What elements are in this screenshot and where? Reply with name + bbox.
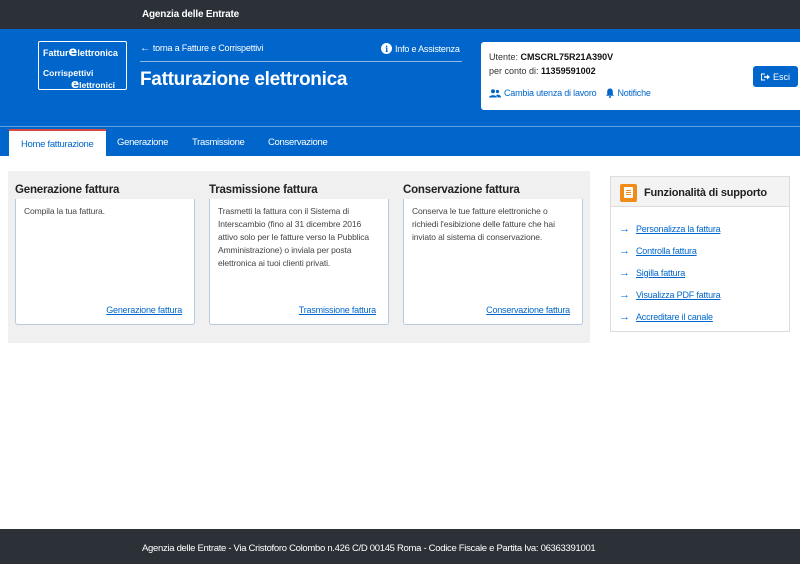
tab-trasmissione[interactable]: Trasmissione [192,137,245,148]
support-item-accreditare[interactable]: → Accreditare il canale [619,306,720,328]
main-nav: Home fatturazione Generazione Trasmissio… [0,126,800,157]
tab-generazione[interactable]: Generazione [117,137,168,148]
fatture-corrispettivi-logo[interactable]: Fatturelettronica Corrispettivi elettron… [38,41,127,90]
card-generazione: Compila la tua fattura. Generazione fatt… [15,199,195,325]
logo-line-2: Corrispettivi elettronici [43,68,116,91]
top-bar: Agenzia delle Entrate [0,0,800,29]
support-title: Funzionalità di supporto [644,187,767,199]
card-title-conservazione: Conservazione fattura [403,184,520,196]
back-link-label: torna a Fatture e Corrispettivi [152,43,264,53]
users-icon [489,88,501,97]
support-functions-box: Funzionalità di supporto → Personalizza … [610,176,790,332]
tab-home-fatturazione[interactable]: Home fatturazione [9,129,106,157]
arrow-right-icon: → [619,267,630,279]
agency-name[interactable]: Agenzia delle Entrate [142,9,239,20]
user-actions: Cambia utenza di lavoro Notifiche [489,88,651,98]
user-code: CMSCRL75R21A390V [520,52,614,62]
card-description: Trasmetti la fattura con il Sistema di I… [218,206,370,268]
on-behalf-line: per conto di: 11359591002 [489,66,596,76]
logo-line-1: Fatturelettronica [43,45,118,60]
page-footer: Agenzia delle Entrate - Via Cristoforo C… [0,529,800,564]
header-divider [140,61,462,62]
back-to-fatture-link[interactable]: ← torna a Fatture e Corrispettivi [140,43,263,54]
logout-button[interactable]: Esci [753,66,798,87]
notifiche-link[interactable]: Notifiche [606,88,651,98]
support-item-visualizza-pdf[interactable]: → Visualizza PDF fattura [619,284,721,306]
card-description: Conserva le tue fatture elettroniche o r… [412,206,555,242]
arrow-right-icon: → [619,311,630,323]
card-title-generazione: Generazione fattura [15,184,120,196]
support-list: → Personalizza la fattura → Controlla fa… [619,218,721,328]
on-behalf-value: 11359591002 [541,66,596,76]
user-panel: Utente: CMSCRL75R21A390V per conto di: 1… [481,42,800,110]
card-description: Compila la tua fattura. [24,206,105,216]
info-link-label: Info e Assistenza [395,43,460,54]
support-item-personalizza[interactable]: → Personalizza la fattura [619,218,721,240]
arrow-right-icon: → [619,223,630,235]
footer-text: Agenzia delle Entrate - Via Cristoforo C… [142,543,596,554]
info-assistenza-link[interactable]: i Info e Assistenza [381,43,460,54]
arrow-right-icon: → [619,245,630,257]
card-conservazione: Conserva le tue fatture elettroniche o r… [403,199,583,325]
arrow-right-icon: → [619,289,630,301]
sign-out-icon [760,73,770,80]
card-trasmissione: Trasmetti la fattura con il Sistema di I… [209,199,389,325]
card-title-trasmissione: Trasmissione fattura [209,184,318,196]
app-header: Fatturelettronica Corrispettivi elettron… [0,29,800,126]
tab-conservazione[interactable]: Conservazione [268,137,328,148]
page-title: Fatturazione elettronica [140,69,348,90]
support-header: Funzionalità di supporto [611,177,789,207]
document-icon [620,184,637,202]
generazione-fattura-link[interactable]: Generazione fattura [106,305,182,315]
info-circle-icon: i [381,43,392,54]
arrow-left-icon: ← [140,43,150,54]
trasmissione-fattura-link[interactable]: Trasmissione fattura [299,305,376,315]
support-item-sigilla[interactable]: → Sigilla fattura [619,262,720,284]
change-utenza-link[interactable]: Cambia utenza di lavoro [489,88,597,98]
user-code-line: Utente: CMSCRL75R21A390V [489,52,614,62]
support-item-controlla[interactable]: → Controlla fattura [619,240,720,262]
conservazione-fattura-link[interactable]: Conservazione fattura [486,305,570,315]
bell-icon [606,88,615,98]
